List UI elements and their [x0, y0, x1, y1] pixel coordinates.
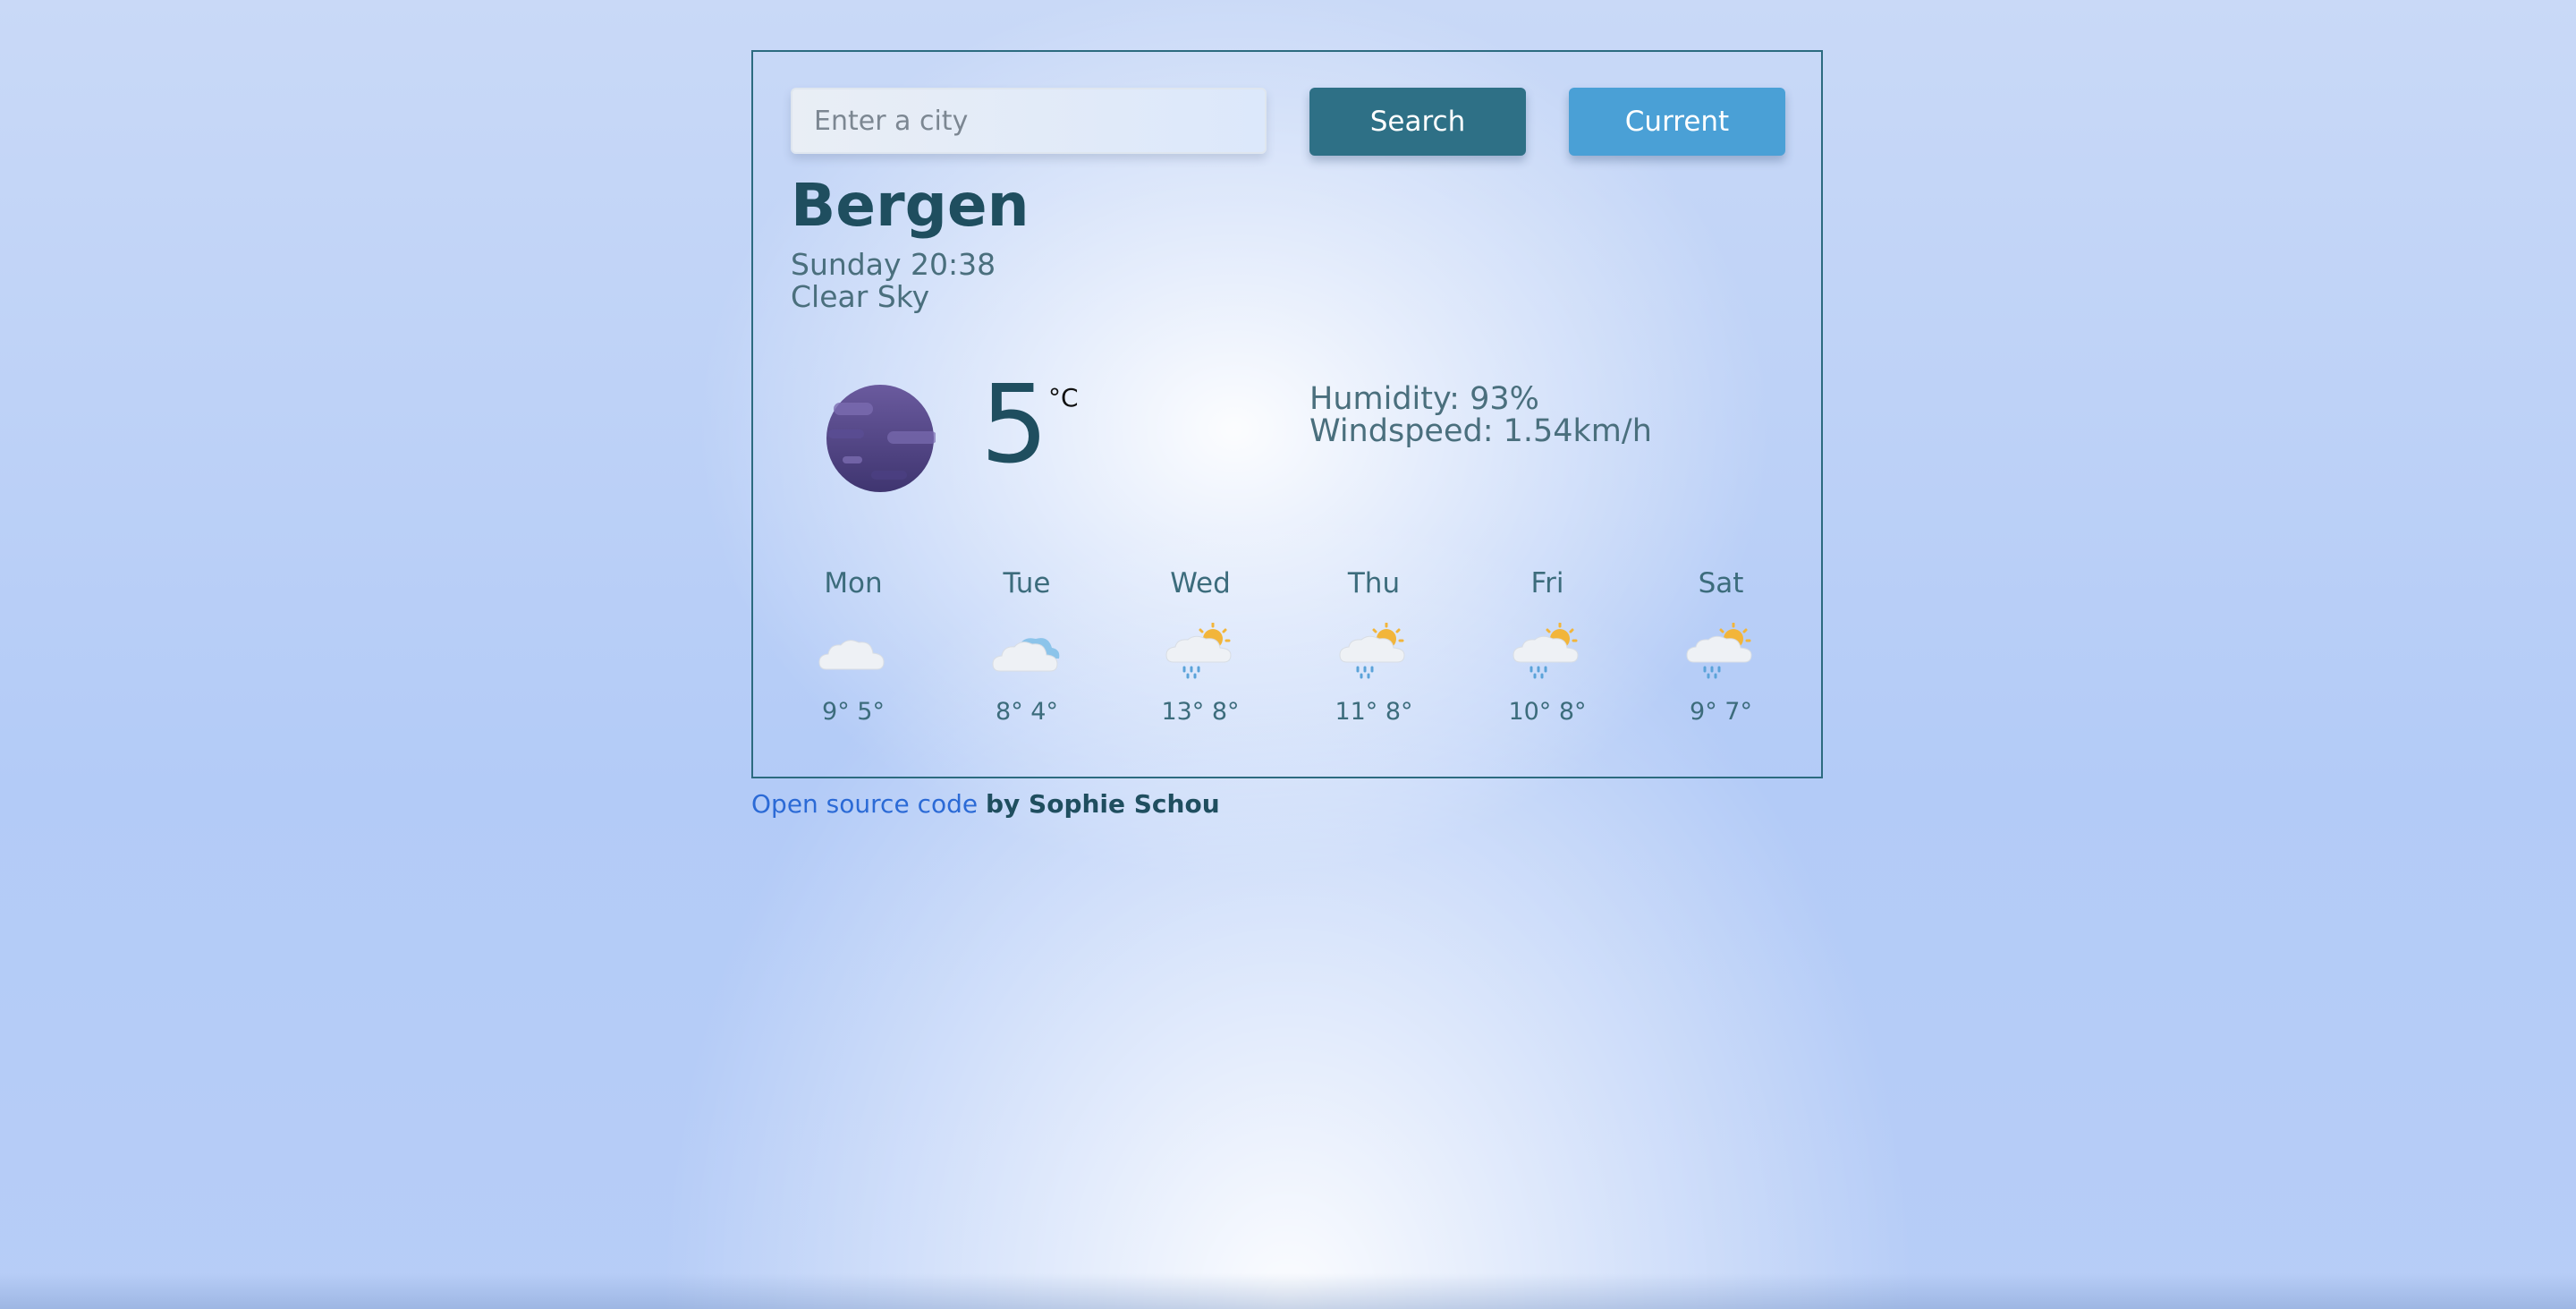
- forecast-day: Thu 11° 8°: [1311, 567, 1436, 726]
- windspeed-readout: Windspeed: 1.54km/h: [1309, 413, 1652, 449]
- forecast-temps: 8° 4°: [996, 698, 1058, 726]
- forecast-temps: 11° 8°: [1335, 698, 1413, 726]
- forecast-day-name: Mon: [824, 567, 883, 599]
- current-temperature: 5: [980, 363, 1049, 488]
- city-name: Bergen: [791, 171, 1030, 240]
- forecast-day-name: Fri: [1530, 567, 1564, 599]
- forecast-temps: 9° 5°: [822, 698, 885, 726]
- forecast-temps: 10° 8°: [1508, 698, 1587, 726]
- humidity-readout: Humidity: 93%: [1309, 381, 1539, 417]
- forecast-temps: 9° 7°: [1690, 698, 1752, 726]
- weather-card: Search Current Bergen Sunday 20:38 Clear…: [751, 50, 1823, 778]
- city-search-input[interactable]: [791, 88, 1267, 154]
- weather-description: Clear Sky: [791, 279, 930, 314]
- temperature-unit: °C: [1048, 383, 1079, 412]
- forecast-day-name: Tue: [1003, 567, 1051, 599]
- footer: Open source code by Sophie Schou: [751, 789, 1220, 819]
- current-location-button[interactable]: Current: [1569, 88, 1785, 156]
- forecast-day: Tue 8° 4°: [964, 567, 1089, 726]
- current-day-time: Sunday 20:38: [791, 247, 996, 282]
- forecast-day-name: Sat: [1698, 567, 1744, 599]
- search-button[interactable]: Search: [1309, 88, 1526, 156]
- forecast-day: Wed 13° 8°: [1138, 567, 1263, 726]
- forecast-day: Mon 9° 5°: [791, 567, 916, 726]
- sun-rain-cloud-icon: [1513, 623, 1579, 679]
- open-source-link[interactable]: Open source code: [751, 789, 978, 819]
- cloud-icon: [992, 638, 1060, 672]
- forecast-day-name: Wed: [1170, 567, 1231, 599]
- forecast-day: Fri 10° 8°: [1485, 567, 1610, 726]
- sun-rain-cloud-icon: [1339, 623, 1405, 679]
- forecast-temps: 13° 8°: [1161, 698, 1240, 726]
- cloud-icon: [818, 640, 885, 670]
- author-credit: by Sophie Schou: [986, 789, 1220, 819]
- window-bottom-shadow: [0, 1273, 2576, 1309]
- sun-rain-cloud-icon: [1686, 623, 1752, 679]
- sun-rain-cloud-icon: [1165, 623, 1232, 679]
- forecast-day-name: Thu: [1347, 567, 1401, 599]
- forecast-row: Mon 9° 5° Tue 8° 4° Wed 13° 8° Thu 11° 8…: [791, 567, 1828, 746]
- forecast-day: Sat 9° 7°: [1658, 567, 1784, 726]
- night-clear-icon: [826, 385, 936, 492]
